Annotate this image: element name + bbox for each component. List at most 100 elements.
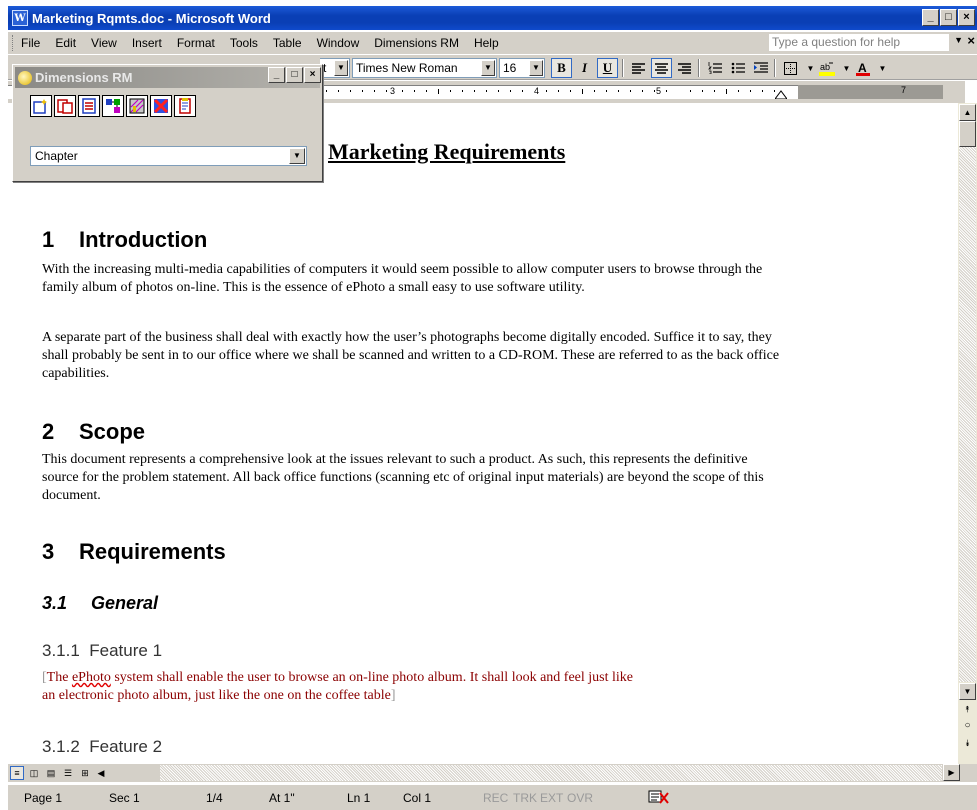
indent-button[interactable]: [750, 58, 771, 78]
heading-feature-1: 3.1.1 Feature 1: [42, 641, 163, 660]
menu-format[interactable]: Format: [177, 36, 215, 50]
spelling-error-word[interactable]: ePhoto: [72, 670, 111, 685]
status-ovr[interactable]: OVR: [567, 791, 593, 805]
document-icon[interactable]: [174, 95, 196, 117]
scroll-up-button[interactable]: ▲: [959, 104, 976, 121]
web-layout-view-button[interactable]: ◫: [27, 766, 41, 780]
scroll-right-button[interactable]: ▶: [943, 764, 960, 781]
status-line: Ln 1: [347, 791, 371, 805]
chevron-down-icon[interactable]: ▼: [481, 60, 495, 76]
menu-table[interactable]: Table: [273, 36, 302, 50]
palette-title: Dimensions RM: [35, 70, 133, 85]
highlighter-icon: ab: [818, 62, 835, 76]
indent-icon: [753, 62, 768, 73]
status-at: At 1": [269, 791, 295, 805]
select-browse-object-button[interactable]: ○: [959, 717, 976, 734]
delete-icon[interactable]: [150, 95, 172, 117]
chevron-down-icon[interactable]: ▼: [289, 148, 305, 164]
chevron-down-icon[interactable]: ▼: [334, 60, 348, 76]
font-value: Times New Roman: [356, 61, 458, 75]
document-title: Marketing Requirements: [328, 139, 566, 164]
menu-dimensions-rm[interactable]: Dimensions RM: [374, 36, 459, 50]
align-right-button[interactable]: [674, 58, 695, 78]
ruler-number: 3: [390, 86, 396, 96]
menu-view[interactable]: View: [91, 36, 117, 50]
italic-button[interactable]: I: [574, 58, 595, 78]
align-center-button[interactable]: [651, 58, 672, 78]
help-dropdown-icon[interactable]: ▼: [954, 35, 963, 45]
new-child-icon[interactable]: [54, 95, 76, 117]
reading-layout-view-button[interactable]: ⊞: [78, 766, 92, 780]
document-page[interactable]: Marketing Requirements 1 Introduction Wit…: [8, 103, 958, 763]
status-page: Page 1: [24, 791, 63, 805]
align-left-icon: [632, 62, 645, 74]
palette-maximize-button[interactable]: □: [286, 67, 303, 83]
numbered-list-icon: [707, 62, 722, 74]
normal-view-button[interactable]: ≡: [10, 766, 24, 780]
palette-minimize-button[interactable]: _: [268, 67, 285, 83]
right-indent-marker-icon[interactable]: [775, 90, 787, 99]
menu-file[interactable]: File: [21, 36, 40, 50]
close-button[interactable]: ×: [958, 9, 975, 26]
border-icon: [784, 61, 797, 75]
chart-icon[interactable]: [126, 95, 148, 117]
bulleted-list-icon: [731, 62, 745, 74]
previous-page-button[interactable]: ⯭: [959, 701, 976, 718]
font-color-button[interactable]: A: [852, 58, 873, 78]
heading-scope: 2 Scope: [42, 419, 146, 444]
status-ext[interactable]: EXT: [540, 791, 563, 805]
word-doc-icon: W: [12, 10, 28, 26]
borders-button[interactable]: [780, 58, 801, 78]
next-page-button[interactable]: ⯯: [959, 735, 976, 752]
maximize-button[interactable]: □: [940, 9, 957, 26]
dimensions-rm-icon: [18, 70, 32, 85]
heading-introduction: 1 Introduction: [42, 227, 208, 252]
font-size-select[interactable]: 16 ▼: [499, 58, 545, 78]
status-rec[interactable]: REC: [483, 791, 508, 805]
font-select[interactable]: Times New Roman ▼: [352, 58, 497, 78]
relationship-icon[interactable]: [102, 95, 124, 117]
menu-tools[interactable]: Tools: [230, 36, 258, 50]
highlight-button[interactable]: ab: [816, 58, 837, 78]
chapter-select[interactable]: Chapter ▼: [30, 146, 307, 166]
scroll-thumb[interactable]: [959, 121, 976, 147]
bold-button[interactable]: B: [551, 58, 572, 78]
palette-close-button[interactable]: ×: [304, 67, 321, 83]
requirement-text[interactable]: [The ePhoto system shall enable the user…: [42, 669, 802, 705]
numbering-button[interactable]: [704, 58, 725, 78]
spelling-status-icon[interactable]: [648, 789, 670, 808]
scroll-left-button[interactable]: ◀: [94, 766, 108, 780]
align-left-button[interactable]: [628, 58, 649, 78]
menu-grip[interactable]: [12, 35, 15, 51]
bullets-button[interactable]: [727, 58, 748, 78]
dimensions-rm-palette[interactable]: Dimensions RM _ □ × Chapter ▼: [12, 64, 323, 182]
vertical-scrollbar[interactable]: ▲ ▼ ⯭ ○ ⯯: [958, 103, 977, 764]
window-title: Marketing Rqmts.doc - Microsoft Word: [32, 10, 271, 26]
font-color-dropdown[interactable]: ▼: [872, 58, 893, 78]
chapter-select-value: Chapter: [35, 149, 78, 163]
chevron-down-icon[interactable]: ▼: [529, 60, 543, 76]
list-view-icon[interactable]: [78, 95, 100, 117]
status-trk[interactable]: TRK: [513, 791, 537, 805]
menu-help[interactable]: Help: [474, 36, 499, 50]
document-close-button[interactable]: ×: [967, 33, 975, 48]
menu-window[interactable]: Window: [317, 36, 360, 50]
font-color-icon: A: [855, 61, 870, 76]
help-question-input[interactable]: Type a question for help: [769, 34, 949, 51]
paragraph: With the increasing multi-media capabili…: [42, 262, 763, 295]
scroll-down-button[interactable]: ▼: [959, 683, 976, 700]
scroll-track[interactable]: [959, 147, 976, 682]
new-requirement-icon[interactable]: [30, 95, 52, 117]
style-select[interactable]: t ▼: [320, 58, 350, 78]
underline-button[interactable]: U: [597, 58, 618, 78]
horizontal-scroll-track[interactable]: [160, 765, 942, 781]
menu-insert[interactable]: Insert: [132, 36, 162, 50]
horizontal-scroll-area: ≡ ◫ ▤ ☰ ⊞ ◀ ▶: [8, 764, 977, 782]
minimize-button[interactable]: _: [922, 9, 939, 26]
outline-view-button[interactable]: ☰: [61, 766, 75, 780]
print-layout-view-button[interactable]: ▤: [44, 766, 58, 780]
title-bar: W Marketing Rqmts.doc - Microsoft Word _…: [8, 6, 977, 30]
menu-edit[interactable]: Edit: [55, 36, 76, 50]
status-page-count: 1/4: [206, 791, 223, 805]
heading-feature-2: 3.1.2 Feature 2: [42, 737, 163, 756]
